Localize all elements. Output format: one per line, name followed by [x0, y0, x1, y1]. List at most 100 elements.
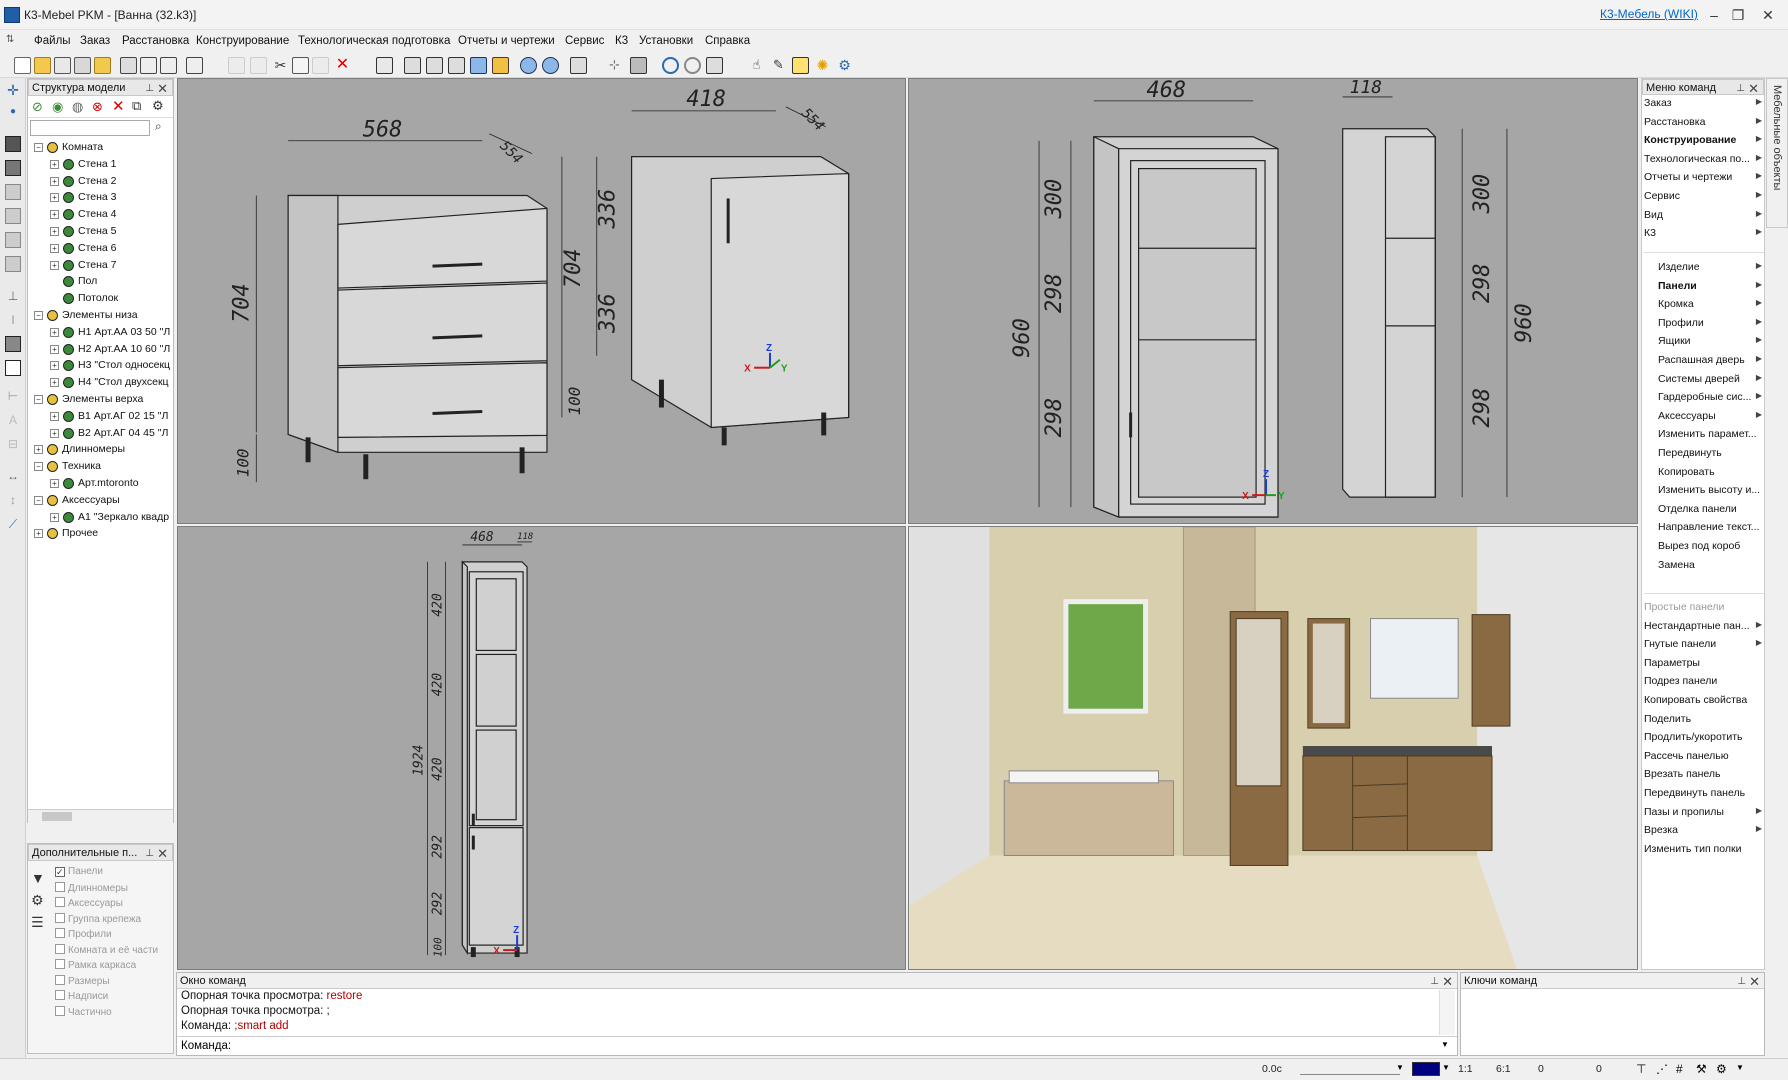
- filter-checkbox-row[interactable]: Надписи: [55, 990, 108, 1002]
- expand-icon[interactable]: +: [50, 512, 59, 522]
- frame-tool-icon[interactable]: [5, 256, 21, 272]
- expand-icon[interactable]: +: [50, 243, 59, 253]
- redo-icon[interactable]: [250, 57, 267, 74]
- command-menu-item[interactable]: Продлить/укоротить: [1644, 731, 1764, 743]
- tree-item[interactable]: Потолок: [28, 291, 173, 307]
- grid-icon[interactable]: [376, 57, 393, 74]
- filter-checkbox-row[interactable]: Частично: [55, 1005, 112, 1018]
- section-tool-icon[interactable]: ⊟: [5, 436, 21, 452]
- folder-icon[interactable]: [94, 57, 111, 74]
- open-folder-icon[interactable]: [34, 57, 51, 74]
- copy-icon[interactable]: ⧉: [132, 98, 141, 114]
- color-swatch[interactable]: [1412, 1062, 1440, 1076]
- command-menu-item[interactable]: Врезка ▶: [1644, 824, 1764, 836]
- shelf-tool-icon[interactable]: [5, 184, 21, 200]
- delete-icon[interactable]: ✕: [112, 97, 125, 115]
- tree-item[interactable]: + Стена 2: [28, 174, 173, 190]
- menu-k3[interactable]: К3: [615, 35, 628, 47]
- command-menu-item[interactable]: Панели ▶: [1658, 280, 1764, 292]
- menu-construction[interactable]: Конструирование: [196, 35, 289, 47]
- command-menu-item[interactable]: Замена: [1658, 559, 1764, 571]
- a-text-tool-icon[interactable]: A: [5, 412, 21, 428]
- command-menu-item[interactable]: Гнутые панели ▶: [1644, 638, 1764, 650]
- viewport-3d-render[interactable]: [908, 526, 1638, 970]
- tree-item[interactable]: Пол: [28, 274, 173, 290]
- select-pointer-icon[interactable]: ☝: [748, 57, 765, 74]
- command-menu-item[interactable]: Копировать свойства: [1644, 694, 1764, 706]
- expand-icon[interactable]: +: [50, 428, 59, 438]
- checkbox[interactable]: [55, 1005, 65, 1016]
- command-input[interactable]: [233, 1038, 1433, 1054]
- command-menu-item[interactable]: Вырез под короб: [1658, 540, 1764, 552]
- command-menu-item[interactable]: Подрез панели: [1644, 675, 1764, 687]
- pin-icon[interactable]: ⊥: [1736, 83, 1745, 94]
- command-menu-item[interactable]: Системы дверей ▶: [1658, 373, 1764, 385]
- tree-item[interactable]: − Элементы низа: [28, 308, 173, 324]
- menu-files[interactable]: Файлы: [34, 35, 71, 47]
- layers-icon[interactable]: [570, 57, 587, 74]
- pin-icon[interactable]: ⊥: [145, 848, 154, 859]
- command-menu-item[interactable]: Аксессуары ▶: [1658, 410, 1764, 422]
- dot-icon[interactable]: ●: [5, 104, 21, 120]
- close-icon[interactable]: ✕: [1442, 974, 1453, 990]
- print-preview-icon[interactable]: [140, 57, 157, 74]
- expand-icon[interactable]: +: [50, 344, 59, 354]
- dropdown-arrow-icon[interactable]: ▼: [1441, 1040, 1449, 1049]
- expand-icon[interactable]: +: [50, 411, 59, 421]
- paste-icon[interactable]: [312, 57, 329, 74]
- command-menu-item[interactable]: Передвинуть: [1658, 447, 1764, 459]
- menu-order[interactable]: Заказ: [80, 35, 110, 47]
- zoom-window-icon[interactable]: [684, 57, 701, 74]
- tree-item[interactable]: + Прочее: [28, 526, 173, 542]
- viewport-top-left[interactable]: 568 554 704 100 418 554 336 336 704 100 …: [177, 78, 906, 524]
- menu-settings[interactable]: Установки: [639, 35, 693, 47]
- command-menu-item[interactable]: Направление текст...: [1658, 521, 1764, 533]
- menu-reports[interactable]: Отчеты и чертежи: [458, 35, 555, 47]
- close-icon[interactable]: ✕: [1749, 974, 1760, 990]
- undo-icon[interactable]: [228, 57, 245, 74]
- snap-icon[interactable]: ⋰: [1656, 1062, 1668, 1076]
- line-style-select[interactable]: [1300, 1063, 1400, 1075]
- checkbox[interactable]: [55, 943, 65, 954]
- collapse-icon[interactable]: −: [34, 311, 43, 320]
- tree-item[interactable]: + Длинномеры: [28, 442, 173, 458]
- command-menu-item[interactable]: Изделие ▶: [1658, 261, 1764, 273]
- rotate-view-icon[interactable]: [520, 57, 537, 74]
- expand-icon[interactable]: +: [50, 361, 59, 371]
- view-box2-icon[interactable]: [426, 57, 443, 74]
- command-menu-item[interactable]: Расстановка ▶: [1644, 116, 1764, 128]
- render-icon[interactable]: ⚙: [836, 57, 853, 74]
- view-box3-icon[interactable]: [448, 57, 465, 74]
- snap-tool-icon[interactable]: ⟋: [5, 516, 21, 532]
- side-tab-furniture-objects[interactable]: Мебельные объекты: [1766, 78, 1788, 228]
- settings-icon[interactable]: ⚙: [1716, 1062, 1727, 1076]
- tools-icon[interactable]: ⚒: [1696, 1062, 1707, 1076]
- vdim-tool-icon[interactable]: ↕: [5, 492, 21, 508]
- text-tool-icon[interactable]: I: [5, 312, 21, 328]
- hinge-tool-icon[interactable]: ⊥: [5, 288, 21, 304]
- expand-icon[interactable]: +: [34, 445, 43, 455]
- checkbox[interactable]: [55, 974, 65, 985]
- filter-checkbox-row[interactable]: Группа крепежа: [55, 912, 141, 925]
- view-box4-icon[interactable]: [470, 57, 487, 74]
- panel-tool-icon[interactable]: [5, 136, 21, 152]
- tree-item[interactable]: + Н3 "Стол односекц: [28, 358, 173, 374]
- drawer-tool-icon[interactable]: [5, 232, 21, 248]
- tree-item[interactable]: + Арт.mtoronto: [28, 476, 173, 492]
- pin-icon[interactable]: ⊥: [1737, 976, 1746, 987]
- eyedropper-icon[interactable]: ✎: [770, 57, 787, 74]
- dim-tool-icon[interactable]: ⊢: [5, 388, 21, 404]
- command-menu-item[interactable]: Отделка панели: [1658, 503, 1764, 515]
- close-button[interactable]: ✕: [1750, 2, 1786, 28]
- menu-help[interactable]: Справка: [705, 35, 750, 47]
- command-menu-item[interactable]: Кромка ▶: [1658, 298, 1764, 310]
- dropdown-arrow-icon[interactable]: ▼: [1442, 1063, 1450, 1072]
- filter-ball-icon[interactable]: ◍: [72, 99, 83, 115]
- grid-icon[interactable]: #: [1676, 1062, 1683, 1076]
- view-box5-icon[interactable]: [492, 57, 509, 74]
- expand-icon[interactable]: +: [50, 378, 59, 388]
- close-icon[interactable]: ✕: [1748, 81, 1759, 97]
- save-as-icon[interactable]: [74, 57, 91, 74]
- command-menu-item[interactable]: Ящики ▶: [1658, 335, 1764, 347]
- settings-icon[interactable]: ⚙: [152, 98, 164, 114]
